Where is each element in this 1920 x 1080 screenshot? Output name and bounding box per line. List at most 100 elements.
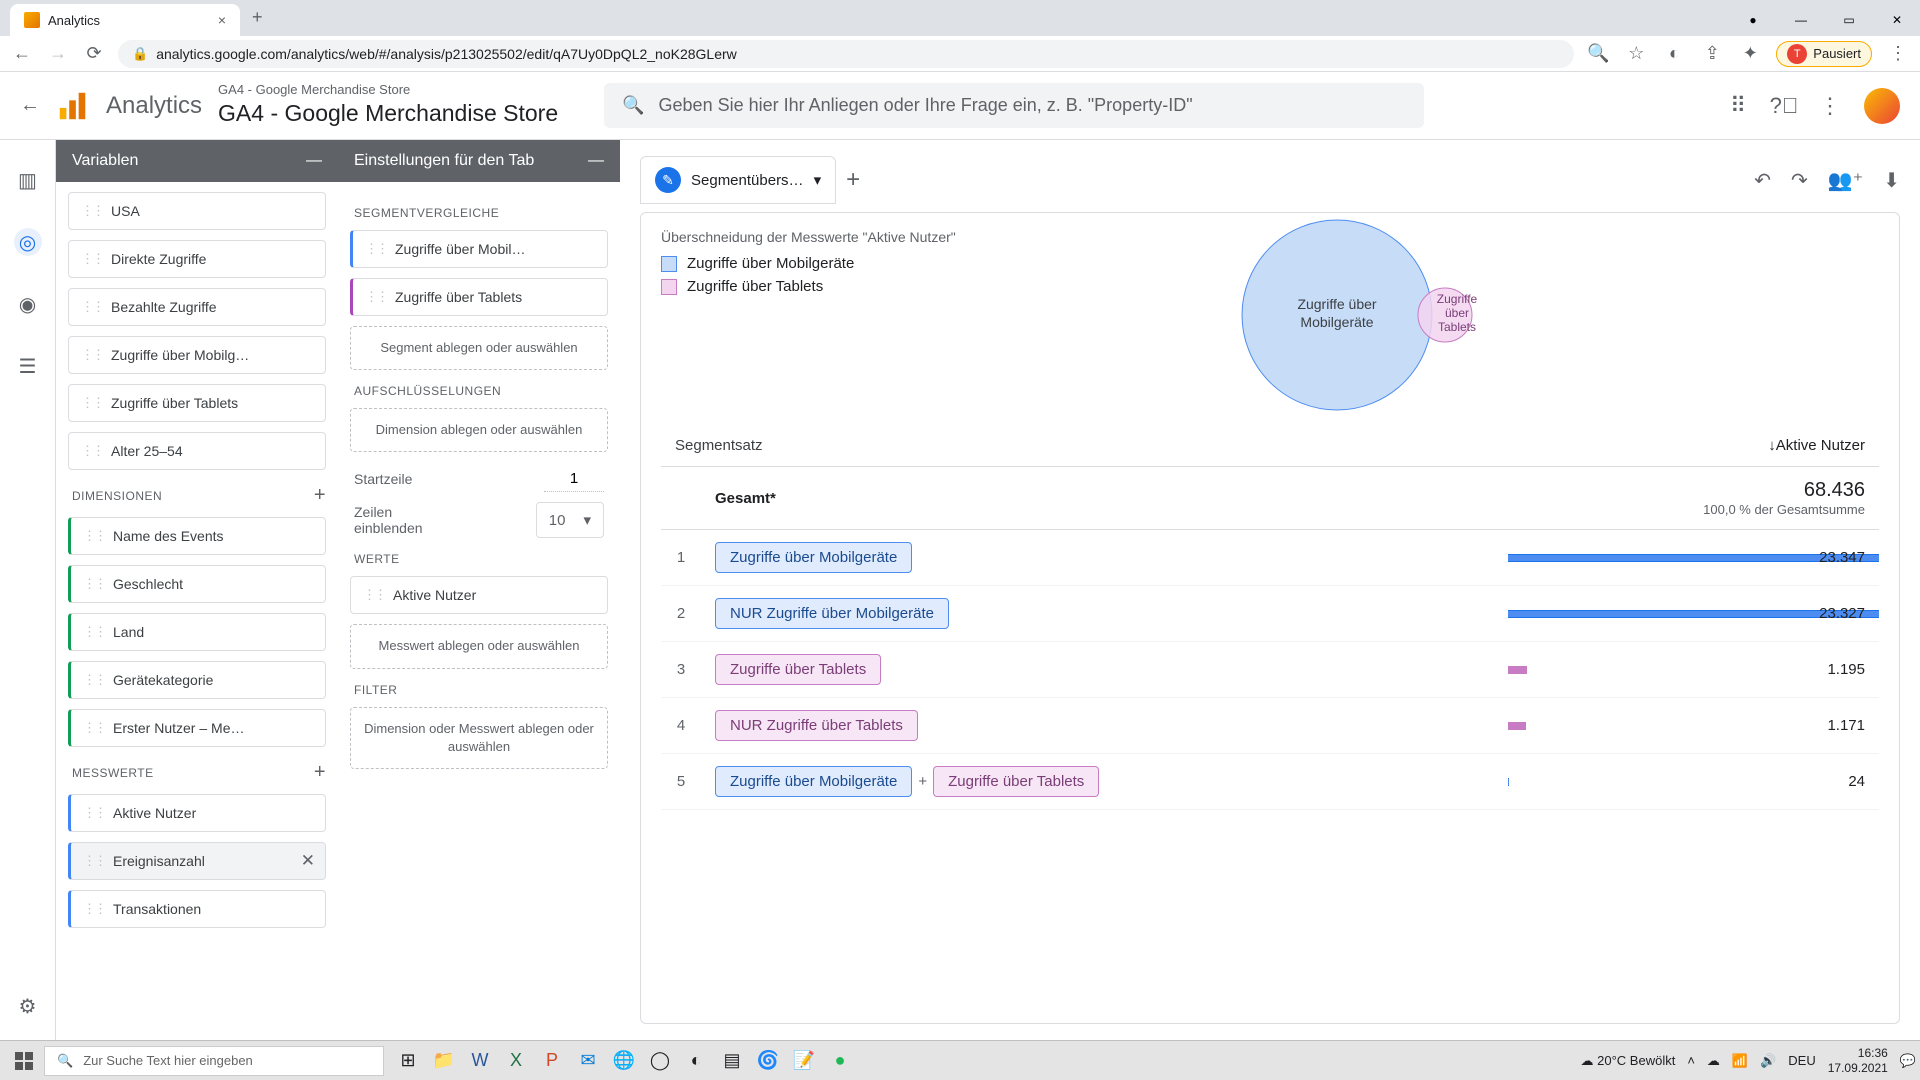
metric-item[interactable]: ⋮⋮Transaktionen: [68, 890, 326, 928]
dimension-item[interactable]: ⋮⋮Gerätekategorie: [68, 661, 326, 699]
share-icon[interactable]: ⇪: [1700, 42, 1724, 66]
add-metric-icon[interactable]: +: [314, 761, 326, 784]
app-icon[interactable]: ◐: [680, 1045, 712, 1077]
language-indicator[interactable]: DEU: [1788, 1053, 1815, 1068]
back-icon[interactable]: ←: [10, 42, 34, 66]
dimension-item[interactable]: ⋮⋮Name des Events: [68, 517, 326, 555]
app-icon[interactable]: ▤: [716, 1045, 748, 1077]
obs-icon[interactable]: ◯: [644, 1045, 676, 1077]
ga-back-icon[interactable]: ←: [20, 94, 40, 117]
chrome-icon[interactable]: 🌐: [608, 1045, 640, 1077]
col-segment[interactable]: Segmentsatz: [661, 425, 1508, 467]
collapse-icon[interactable]: —: [306, 152, 322, 170]
profile-badge[interactable]: T Pausiert: [1776, 41, 1872, 67]
segment-chip[interactable]: ⋮⋮Zugriffe über Mobil…: [350, 230, 608, 268]
variablen-body[interactable]: ⋮⋮USA ⋮⋮Direkte Zugriffe ⋮⋮Bezahlte Zugrif…: [56, 182, 338, 1040]
startzeile-input[interactable]: [544, 466, 604, 492]
chrome-account-icon[interactable]: ●: [1730, 4, 1776, 36]
kebab-icon[interactable]: ⋮: [1818, 94, 1842, 118]
col-value[interactable]: ↓Aktive Nutzer: [1508, 425, 1879, 467]
task-view-icon[interactable]: ⊞: [392, 1045, 424, 1077]
user-avatar[interactable]: [1864, 88, 1900, 124]
start-button[interactable]: [4, 1041, 44, 1080]
minimize-icon[interactable]: —: [1778, 4, 1824, 36]
star-icon[interactable]: ☆: [1624, 42, 1648, 66]
chevron-down-icon[interactable]: ▾: [814, 171, 822, 189]
segment-item[interactable]: ⋮⋮USA: [68, 192, 326, 230]
browser-tab[interactable]: Analytics ×: [10, 4, 240, 36]
reload-icon[interactable]: ⟳: [82, 42, 106, 66]
werte-chip[interactable]: ⋮⋮Aktive Nutzer: [350, 576, 608, 614]
segment-item[interactable]: ⋮⋮Zugriffe über Mobilg…: [68, 336, 326, 374]
segment-item[interactable]: ⋮⋮Direkte Zugriffe: [68, 240, 326, 278]
spotify-icon[interactable]: ●: [824, 1045, 856, 1077]
dimension-item[interactable]: ⋮⋮Erster Nutzer – Me…: [68, 709, 326, 747]
explore-canvas: ✎ Segmentübers… ▾ + ↶ ↷ 👥⁺ ⬇ Überschneid…: [620, 140, 1920, 1040]
zoom-icon[interactable]: 🔍: [1586, 42, 1610, 66]
nav-admin-icon[interactable]: ⚙: [14, 992, 42, 1020]
zeilen-select[interactable]: 10 ▾: [536, 502, 604, 538]
metric-item[interactable]: ⋮⋮Aktive Nutzer: [68, 794, 326, 832]
share-icon[interactable]: 👥⁺: [1828, 168, 1863, 193]
download-icon[interactable]: ⬇: [1883, 168, 1900, 193]
clock[interactable]: 16:36 17.09.2021: [1828, 1046, 1888, 1075]
legend-item[interactable]: Zugriffe über Tablets: [661, 278, 854, 295]
nav-explore-icon[interactable]: ◎: [14, 228, 42, 256]
table-row[interactable]: 5Zugriffe über Mobilgeräte+Zugriffe über…: [661, 754, 1879, 810]
edge-icon[interactable]: 🌀: [752, 1045, 784, 1077]
ga-search[interactable]: 🔍 Geben Sie hier Ihr Anliegen oder Ihre …: [604, 83, 1424, 128]
onedrive-icon[interactable]: ☁: [1707, 1053, 1720, 1069]
dimension-item[interactable]: ⋮⋮Land: [68, 613, 326, 651]
url-field[interactable]: 🔒 analytics.google.com/analytics/web/#/a…: [118, 40, 1574, 68]
mail-icon[interactable]: ✉: [572, 1045, 604, 1077]
word-icon[interactable]: W: [464, 1045, 496, 1077]
maximize-icon[interactable]: ▭: [1826, 4, 1872, 36]
help-icon[interactable]: ?⃝: [1772, 94, 1796, 118]
tray-chevron-icon[interactable]: ˄: [1687, 1053, 1695, 1068]
segment-dropzone[interactable]: Segment ablegen oder auswählen: [350, 326, 608, 370]
werte-dropzone[interactable]: Messwert ablegen oder auswählen: [350, 624, 608, 668]
nav-reports-icon[interactable]: ▥: [14, 166, 42, 194]
metric-item[interactable]: ⋮⋮Ereignisanzahl✕: [68, 842, 326, 880]
dimension-dropzone[interactable]: Dimension ablegen oder auswählen: [350, 408, 608, 452]
legend-item[interactable]: Zugriffe über Mobilgeräte: [661, 255, 854, 272]
apps-icon[interactable]: ⠿: [1726, 94, 1750, 118]
segment-chip[interactable]: ⋮⋮Zugriffe über Tablets: [350, 278, 608, 316]
table-row[interactable]: 4NUR Zugriffe über Tablets1.171: [661, 698, 1879, 754]
notifications-icon[interactable]: 💬: [1900, 1053, 1916, 1069]
wifi-icon[interactable]: 📶: [1732, 1053, 1748, 1069]
segment-item[interactable]: ⋮⋮Alter 25–54: [68, 432, 326, 470]
notepad-icon[interactable]: 📝: [788, 1045, 820, 1077]
taskbar-search[interactable]: 🔍 Zur Suche Text hier eingeben: [44, 1046, 384, 1076]
excel-icon[interactable]: X: [500, 1045, 532, 1077]
volume-icon[interactable]: 🔊: [1760, 1053, 1776, 1069]
collapse-icon[interactable]: —: [588, 152, 604, 170]
table-row[interactable]: 3Zugriffe über Tablets1.195: [661, 642, 1879, 698]
undo-icon[interactable]: ↶: [1754, 168, 1771, 193]
nav-advertising-icon[interactable]: ◉: [14, 290, 42, 318]
table-row[interactable]: 1Zugriffe über Mobilgeräte23.347: [661, 530, 1879, 586]
redo-icon[interactable]: ↷: [1791, 168, 1808, 193]
remove-icon[interactable]: ✕: [301, 851, 315, 871]
close-window-icon[interactable]: ✕: [1874, 4, 1920, 36]
explorer-icon[interactable]: 📁: [428, 1045, 460, 1077]
settings-body[interactable]: SEGMENTVERGLEICHE ⋮⋮Zugriffe über Mobil……: [338, 182, 620, 1040]
close-tab-icon[interactable]: ×: [218, 12, 226, 28]
forward-icon[interactable]: →: [46, 42, 70, 66]
add-tab-icon[interactable]: +: [846, 166, 860, 194]
new-tab-button[interactable]: +: [240, 0, 275, 36]
table-row[interactable]: 2NUR Zugriffe über Mobilgeräte23.327: [661, 586, 1879, 642]
chrome-menu-icon[interactable]: ⋮: [1886, 42, 1910, 66]
explore-tab[interactable]: ✎ Segmentübers… ▾: [640, 156, 836, 204]
property-selector[interactable]: GA4 - Google Merchandise Store GA4 - Goo…: [218, 82, 558, 129]
extensions-icon[interactable]: ✦: [1738, 42, 1762, 66]
dimension-item[interactable]: ⋮⋮Geschlecht: [68, 565, 326, 603]
weather-widget[interactable]: ☁ 20°C Bewölkt: [1581, 1053, 1676, 1069]
add-dimension-icon[interactable]: +: [314, 484, 326, 507]
filter-dropzone[interactable]: Dimension oder Messwert ablegen oder aus…: [350, 707, 608, 769]
segment-item[interactable]: ⋮⋮Bezahlte Zugriffe: [68, 288, 326, 326]
segment-item[interactable]: ⋮⋮Zugriffe über Tablets: [68, 384, 326, 422]
incognito-icon[interactable]: ◐: [1662, 42, 1686, 66]
nav-configure-icon[interactable]: ☰: [14, 352, 42, 380]
powerpoint-icon[interactable]: P: [536, 1045, 568, 1077]
